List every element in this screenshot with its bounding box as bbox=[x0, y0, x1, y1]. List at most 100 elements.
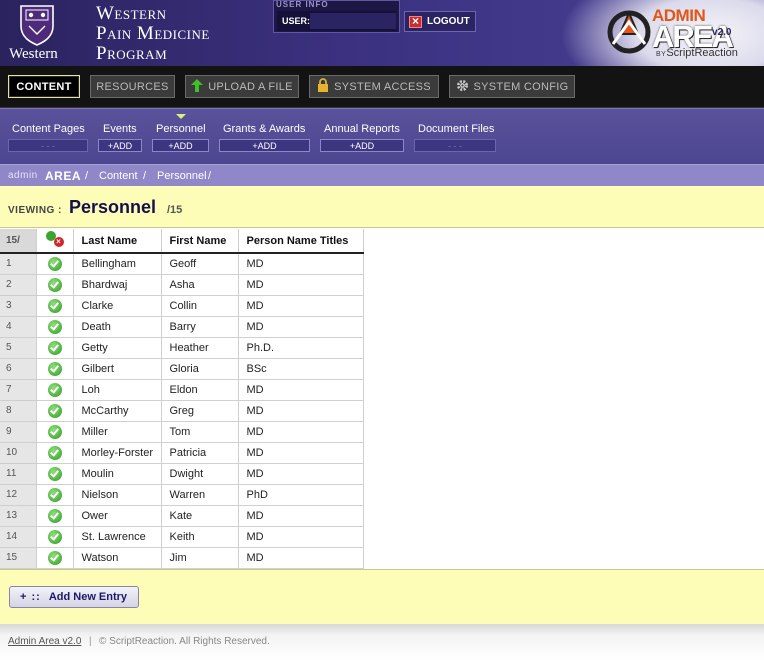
nav-system-access-button[interactable]: SYSTEM ACCESS bbox=[309, 75, 439, 98]
subnav-add-reports-button[interactable]: +ADD bbox=[320, 139, 404, 152]
cell-last-name[interactable]: McCarthy bbox=[73, 400, 162, 422]
cell-title[interactable]: MD bbox=[238, 253, 364, 275]
cell-last-name[interactable]: Nielson bbox=[73, 484, 162, 506]
cell-first-name[interactable]: Collin bbox=[161, 295, 239, 317]
nav-system-config-button[interactable]: SYSTEM CONFIG bbox=[449, 75, 575, 98]
row-status[interactable] bbox=[36, 316, 74, 338]
breadcrumb-root[interactable]: admin bbox=[8, 170, 38, 181]
cell-last-name[interactable]: Loh bbox=[73, 379, 162, 401]
row-status[interactable] bbox=[36, 442, 74, 464]
check-icon[interactable] bbox=[47, 424, 62, 439]
status-column-header[interactable]: × bbox=[36, 229, 74, 254]
check-icon[interactable] bbox=[47, 403, 62, 418]
cell-last-name[interactable]: Miller bbox=[73, 421, 162, 443]
table-row[interactable]: 1 Bellingham Geoff MD bbox=[0, 253, 364, 275]
cell-first-name[interactable]: Dwight bbox=[161, 463, 239, 485]
cell-first-name[interactable]: Patricia bbox=[161, 442, 239, 464]
check-icon[interactable] bbox=[47, 529, 62, 544]
check-icon[interactable] bbox=[47, 298, 62, 313]
table-row[interactable]: 11 Moulin Dwight MD bbox=[0, 463, 364, 485]
check-icon[interactable] bbox=[47, 319, 62, 334]
check-icon[interactable] bbox=[47, 487, 62, 502]
table-row[interactable]: 13 Ower Kate MD bbox=[0, 505, 364, 527]
row-status[interactable] bbox=[36, 253, 74, 275]
cell-title[interactable]: MD bbox=[238, 463, 364, 485]
cell-last-name[interactable]: Bhardwaj bbox=[73, 274, 162, 296]
cell-title[interactable]: MD bbox=[238, 526, 364, 548]
logout-button[interactable]: LOGOUT bbox=[404, 11, 476, 32]
check-icon[interactable] bbox=[47, 256, 62, 271]
cell-title[interactable]: MD bbox=[238, 400, 364, 422]
table-row[interactable]: 4 Death Barry MD bbox=[0, 316, 364, 338]
row-status[interactable] bbox=[36, 484, 74, 506]
table-row[interactable]: 8 McCarthy Greg MD bbox=[0, 400, 364, 422]
cell-first-name[interactable]: Tom bbox=[161, 421, 239, 443]
cell-last-name[interactable]: St. Lawrence bbox=[73, 526, 162, 548]
cell-last-name[interactable]: Getty bbox=[73, 337, 162, 359]
check-icon[interactable] bbox=[47, 277, 62, 292]
check-icon[interactable] bbox=[47, 508, 62, 523]
column-header-last-name[interactable]: Last Name bbox=[73, 229, 162, 254]
check-icon[interactable] bbox=[47, 361, 62, 376]
cell-title[interactable]: BSc bbox=[238, 358, 364, 380]
breadcrumb-item-personnel[interactable]: Personnel bbox=[157, 170, 207, 182]
cell-last-name[interactable]: Bellingham bbox=[73, 253, 162, 275]
row-status[interactable] bbox=[36, 358, 74, 380]
nav-content-button[interactable]: CONTENT bbox=[8, 75, 80, 98]
column-header-titles[interactable]: Person Name Titles bbox=[238, 229, 364, 254]
nav-resources-button[interactable]: RESOURCES bbox=[90, 75, 175, 98]
row-status[interactable] bbox=[36, 400, 74, 422]
cell-first-name[interactable]: Asha bbox=[161, 274, 239, 296]
row-status[interactable] bbox=[36, 505, 74, 527]
check-icon[interactable] bbox=[47, 340, 62, 355]
table-row[interactable]: 6 Gilbert Gloria BSc bbox=[0, 358, 364, 380]
row-status[interactable] bbox=[36, 295, 74, 317]
table-row[interactable]: 12 Nielson Warren PhD bbox=[0, 484, 364, 506]
cell-title[interactable]: MD bbox=[238, 316, 364, 338]
row-status[interactable] bbox=[36, 421, 74, 443]
cell-first-name[interactable]: Eldon bbox=[161, 379, 239, 401]
subnav-events[interactable]: Events bbox=[103, 123, 137, 135]
subnav-add-personnel-button[interactable]: +ADD bbox=[152, 139, 209, 152]
cell-last-name[interactable]: Clarke bbox=[73, 295, 162, 317]
cell-title[interactable]: MD bbox=[238, 295, 364, 317]
cell-first-name[interactable]: Jim bbox=[161, 547, 239, 569]
cell-title[interactable]: MD bbox=[238, 421, 364, 443]
table-row[interactable]: 3 Clarke Collin MD bbox=[0, 295, 364, 317]
row-status[interactable] bbox=[36, 547, 74, 569]
row-status[interactable] bbox=[36, 379, 74, 401]
cell-title[interactable]: MD bbox=[238, 274, 364, 296]
cell-first-name[interactable]: Barry bbox=[161, 316, 239, 338]
subnav-document-files[interactable]: Document Files bbox=[418, 123, 494, 135]
cell-title[interactable]: MD bbox=[238, 547, 364, 569]
cell-first-name[interactable]: Geoff bbox=[161, 253, 239, 275]
table-row[interactable]: 7 Loh Eldon MD bbox=[0, 379, 364, 401]
table-row[interactable]: 2 Bhardwaj Asha MD bbox=[0, 274, 364, 296]
cell-title[interactable]: Ph.D. bbox=[238, 337, 364, 359]
table-row[interactable]: 14 St. Lawrence Keith MD bbox=[0, 526, 364, 548]
check-icon[interactable] bbox=[47, 445, 62, 460]
row-status[interactable] bbox=[36, 463, 74, 485]
row-status[interactable] bbox=[36, 337, 74, 359]
cell-title[interactable]: MD bbox=[238, 379, 364, 401]
subnav-add-grants-button[interactable]: +ADD bbox=[219, 139, 310, 152]
breadcrumb-item-content[interactable]: Content bbox=[99, 170, 138, 182]
row-status[interactable] bbox=[36, 526, 74, 548]
breadcrumb-root-area[interactable]: AREA bbox=[45, 169, 81, 183]
cell-first-name[interactable]: Gloria bbox=[161, 358, 239, 380]
cell-first-name[interactable]: Keith bbox=[161, 526, 239, 548]
subnav-grants-awards[interactable]: Grants & Awards bbox=[223, 123, 305, 135]
column-header-first-name[interactable]: First Name bbox=[161, 229, 239, 254]
check-icon[interactable] bbox=[47, 466, 62, 481]
cell-last-name[interactable]: Moulin bbox=[73, 463, 162, 485]
cell-first-name[interactable]: Heather bbox=[161, 337, 239, 359]
table-row[interactable]: 9 Miller Tom MD bbox=[0, 421, 364, 443]
table-row[interactable]: 15 Watson Jim MD bbox=[0, 547, 364, 569]
cell-first-name[interactable]: Warren bbox=[161, 484, 239, 506]
cell-title[interactable]: MD bbox=[238, 505, 364, 527]
cell-first-name[interactable]: Kate bbox=[161, 505, 239, 527]
table-row[interactable]: 5 Getty Heather Ph.D. bbox=[0, 337, 364, 359]
cell-last-name[interactable]: Death bbox=[73, 316, 162, 338]
row-status[interactable] bbox=[36, 274, 74, 296]
subnav-content-pages[interactable]: Content Pages bbox=[12, 123, 85, 135]
